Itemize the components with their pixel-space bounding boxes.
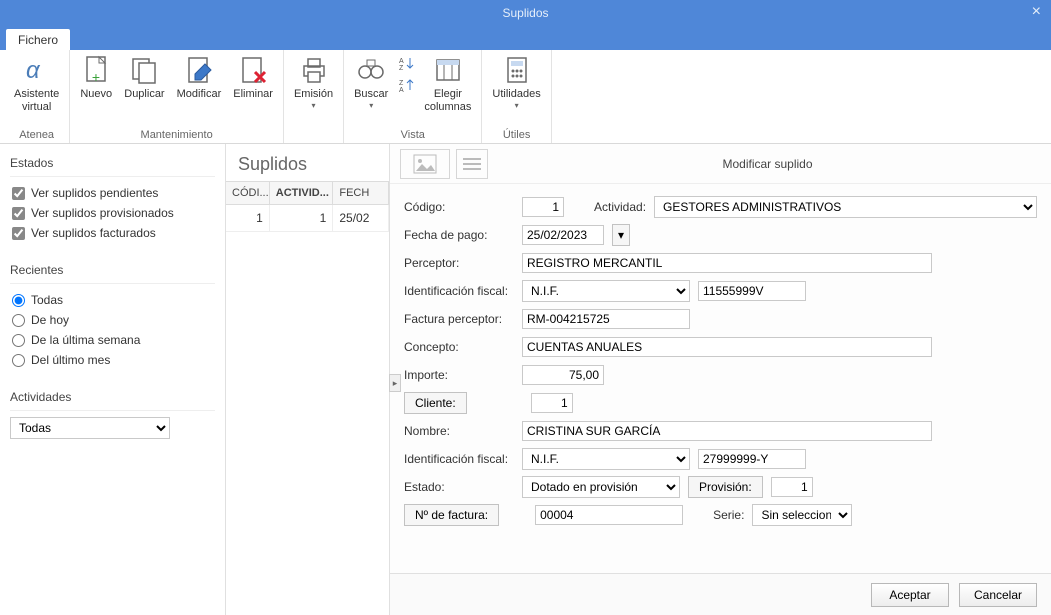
modificar-button[interactable]: Modificar bbox=[171, 52, 228, 103]
nuevo-button[interactable]: + Nuevo bbox=[74, 52, 118, 103]
emision-button[interactable]: Emisión ▾ bbox=[288, 52, 339, 112]
id-fiscal-tipo-select[interactable]: N.I.F. bbox=[522, 280, 690, 302]
perceptor-field[interactable] bbox=[522, 253, 932, 273]
ribbon: α Asistente virtual Atenea + Nuevo Dupli… bbox=[0, 50, 1051, 144]
svg-text:A: A bbox=[399, 87, 404, 93]
ribbon-tab-row: Fichero bbox=[0, 26, 1051, 50]
actividad-select[interactable]: GESTORES ADMINISTRATIVOS bbox=[654, 196, 1037, 218]
rad-hoy[interactable]: De hoy bbox=[10, 310, 215, 330]
data-grid[interactable]: CÓDI... ACTIVID... FECH 1 1 25/02 bbox=[226, 181, 389, 232]
elegir-columnas-button[interactable]: Elegir columnas bbox=[418, 52, 477, 115]
actividades-select[interactable]: Todas bbox=[10, 417, 170, 439]
duplicate-icon bbox=[128, 54, 160, 86]
tab-fichero[interactable]: Fichero bbox=[6, 29, 70, 50]
provision-button[interactable]: Provisión: bbox=[688, 476, 763, 498]
sidebar-section-recientes: Recientes Todas De hoy De la última sema… bbox=[10, 259, 215, 370]
print-icon bbox=[298, 54, 330, 86]
grid-panel: Suplidos CÓDI... ACTIVID... FECH 1 1 25/… bbox=[226, 144, 390, 615]
table-row[interactable]: 1 1 25/02 bbox=[226, 205, 389, 232]
cliente-field[interactable] bbox=[531, 393, 573, 413]
chk-pendientes[interactable]: Ver suplidos pendientes bbox=[10, 183, 215, 203]
new-doc-icon: + bbox=[80, 54, 112, 86]
date-picker-button[interactable]: ▾ bbox=[612, 224, 630, 246]
ribbon-group-mantenimiento: + Nuevo Duplicar Modificar Eliminar Mant… bbox=[70, 50, 284, 143]
sidebar-section-actividades: Actividades Todas bbox=[10, 386, 215, 439]
id-fiscal-num-field[interactable] bbox=[698, 281, 806, 301]
main-area: Estados Ver suplidos pendientes Ver supl… bbox=[0, 144, 1051, 615]
col-actividad[interactable]: ACTIVID... bbox=[270, 182, 334, 204]
edit-doc-icon bbox=[183, 54, 215, 86]
svg-text:Z: Z bbox=[399, 65, 404, 71]
rad-mes[interactable]: Del último mes bbox=[10, 350, 215, 370]
col-codigo[interactable]: CÓDI... bbox=[226, 182, 270, 204]
view-thumb-icon[interactable] bbox=[400, 149, 450, 179]
col-fecha[interactable]: FECH bbox=[333, 182, 389, 204]
edit-header: Modificar suplido bbox=[390, 144, 1051, 184]
chk-provisionados[interactable]: Ver suplidos provisionados bbox=[10, 203, 215, 223]
rad-semana[interactable]: De la última semana bbox=[10, 330, 215, 350]
sort-desc-button[interactable]: ZA bbox=[394, 74, 418, 96]
delete-doc-icon bbox=[237, 54, 269, 86]
dialog-button-bar: Aceptar Cancelar bbox=[390, 573, 1051, 615]
window-title: Suplidos bbox=[502, 6, 548, 20]
serie-select[interactable]: Sin seleccionar bbox=[752, 504, 852, 526]
edit-panel: ▸ Modificar suplido Código: Actividad: G… bbox=[390, 144, 1051, 615]
buscar-button[interactable]: Buscar ▾ bbox=[348, 52, 394, 112]
fecha-pago-field[interactable] bbox=[522, 225, 604, 245]
n-factura-button[interactable]: Nº de factura: bbox=[404, 504, 499, 526]
factura-perceptor-field[interactable] bbox=[522, 309, 690, 329]
duplicar-button[interactable]: Duplicar bbox=[118, 52, 170, 103]
svg-text:α: α bbox=[26, 57, 41, 84]
svg-text:Z: Z bbox=[399, 80, 404, 87]
sort-asc-button[interactable]: AZ bbox=[394, 52, 418, 74]
sort-desc-icon: ZA bbox=[398, 77, 414, 93]
calculator-icon bbox=[501, 54, 533, 86]
ribbon-group-vista: Buscar ▾ AZ ZA Elegir columnas Vista bbox=[344, 50, 482, 143]
aceptar-button[interactable]: Aceptar bbox=[871, 583, 949, 607]
codigo-field[interactable] bbox=[522, 197, 564, 217]
chevron-down-icon: ▾ bbox=[369, 101, 373, 110]
view-list-icon[interactable] bbox=[456, 149, 488, 179]
concepto-field[interactable] bbox=[522, 337, 932, 357]
binoculars-icon bbox=[355, 54, 387, 86]
eliminar-button[interactable]: Eliminar bbox=[227, 52, 279, 103]
rad-todas[interactable]: Todas bbox=[10, 290, 215, 310]
alpha-icon: α bbox=[21, 54, 53, 86]
asistente-virtual-button[interactable]: α Asistente virtual bbox=[8, 52, 65, 115]
importe-field[interactable] bbox=[522, 365, 604, 385]
provision-field[interactable] bbox=[771, 477, 813, 497]
sidebar: Estados Ver suplidos pendientes Ver supl… bbox=[0, 144, 226, 615]
ribbon-group-atenea: α Asistente virtual Atenea bbox=[4, 50, 70, 143]
chk-facturados[interactable]: Ver suplidos facturados bbox=[10, 223, 215, 243]
grid-title: Suplidos bbox=[226, 144, 389, 181]
estado-select[interactable]: Dotado en provisión bbox=[522, 476, 680, 498]
chevron-down-icon: ▾ bbox=[515, 101, 519, 110]
ribbon-group-emision: Emisión ▾ bbox=[284, 50, 344, 143]
close-icon[interactable]: × bbox=[1032, 3, 1041, 21]
id-fiscal2-tipo-select[interactable]: N.I.F. bbox=[522, 448, 690, 470]
cancelar-button[interactable]: Cancelar bbox=[959, 583, 1037, 607]
cliente-button[interactable]: Cliente: bbox=[404, 392, 467, 414]
sidebar-section-estados: Estados Ver suplidos pendientes Ver supl… bbox=[10, 152, 215, 243]
title-bar: Suplidos × bbox=[0, 0, 1051, 26]
svg-text:A: A bbox=[399, 58, 404, 65]
id-fiscal2-num-field[interactable] bbox=[698, 449, 806, 469]
nombre-field[interactable] bbox=[522, 421, 932, 441]
columns-icon bbox=[432, 54, 464, 86]
n-factura-field[interactable] bbox=[535, 505, 683, 525]
grid-header: CÓDI... ACTIVID... FECH bbox=[226, 182, 389, 205]
sort-asc-icon: AZ bbox=[398, 55, 414, 71]
ribbon-group-utiles: Utilidades ▾ Útiles bbox=[482, 50, 551, 143]
edit-form: Código: Actividad: GESTORES ADMINISTRATI… bbox=[390, 184, 1051, 573]
chevron-down-icon: ▾ bbox=[312, 101, 316, 110]
edit-title: Modificar suplido bbox=[494, 157, 1041, 171]
svg-text:+: + bbox=[92, 69, 100, 85]
utilidades-button[interactable]: Utilidades ▾ bbox=[486, 52, 546, 112]
expander-handle[interactable]: ▸ bbox=[389, 374, 401, 392]
